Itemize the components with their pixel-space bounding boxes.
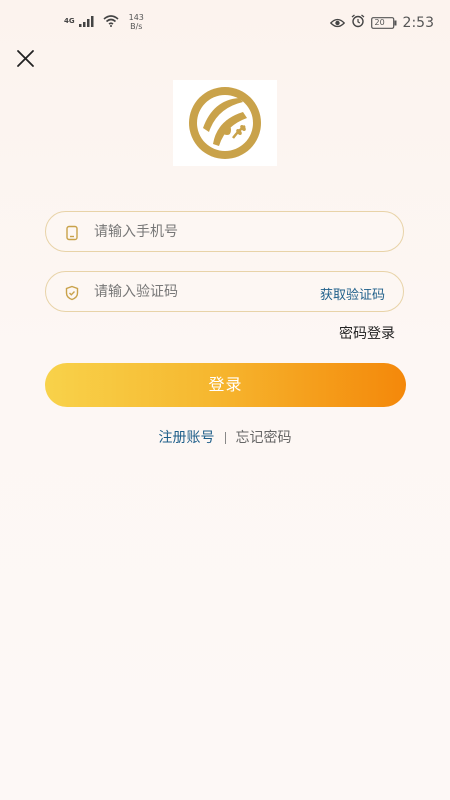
register-link[interactable]: 注册账号 bbox=[159, 430, 215, 446]
verification-code-field[interactable]: 获取验证码 bbox=[45, 271, 404, 312]
status-time: 2:53 bbox=[402, 14, 434, 31]
forgot-password-link[interactable]: 忘记密码 bbox=[236, 430, 292, 446]
status-left: 4G 143 B/s bbox=[64, 12, 144, 31]
logo-emblem-icon bbox=[189, 87, 261, 159]
shield-icon bbox=[64, 285, 80, 301]
network-speed: 143 B/s bbox=[129, 13, 144, 31]
password-login-link[interactable]: 密码登录 bbox=[339, 323, 395, 343]
account-links: 注册账号 忘记密码 bbox=[0, 427, 450, 447]
app-logo bbox=[173, 80, 277, 166]
speed-unit: B/s bbox=[130, 21, 143, 31]
login-button[interactable]: 登录 bbox=[45, 363, 406, 407]
alarm-icon bbox=[351, 13, 365, 32]
signal-icon bbox=[78, 12, 95, 31]
close-button[interactable] bbox=[12, 44, 40, 72]
status-bar: 4G 143 B/s 20 2:53 bbox=[0, 0, 450, 40]
battery-icon: 20 bbox=[370, 16, 397, 29]
phone-icon bbox=[64, 225, 80, 241]
network-type: 4G bbox=[64, 17, 75, 25]
battery-level: 20 bbox=[374, 17, 385, 27]
get-code-button[interactable]: 获取验证码 bbox=[320, 284, 385, 303]
wifi-icon bbox=[103, 12, 119, 31]
eye-icon bbox=[329, 13, 345, 32]
close-icon bbox=[17, 50, 34, 67]
link-divider bbox=[224, 432, 226, 444]
speed-value: 143 bbox=[128, 12, 144, 22]
status-right: 20 2:53 bbox=[329, 13, 434, 32]
verification-code-input[interactable] bbox=[94, 272, 294, 311]
phone-input[interactable] bbox=[94, 212, 314, 251]
phone-field[interactable] bbox=[45, 211, 404, 252]
